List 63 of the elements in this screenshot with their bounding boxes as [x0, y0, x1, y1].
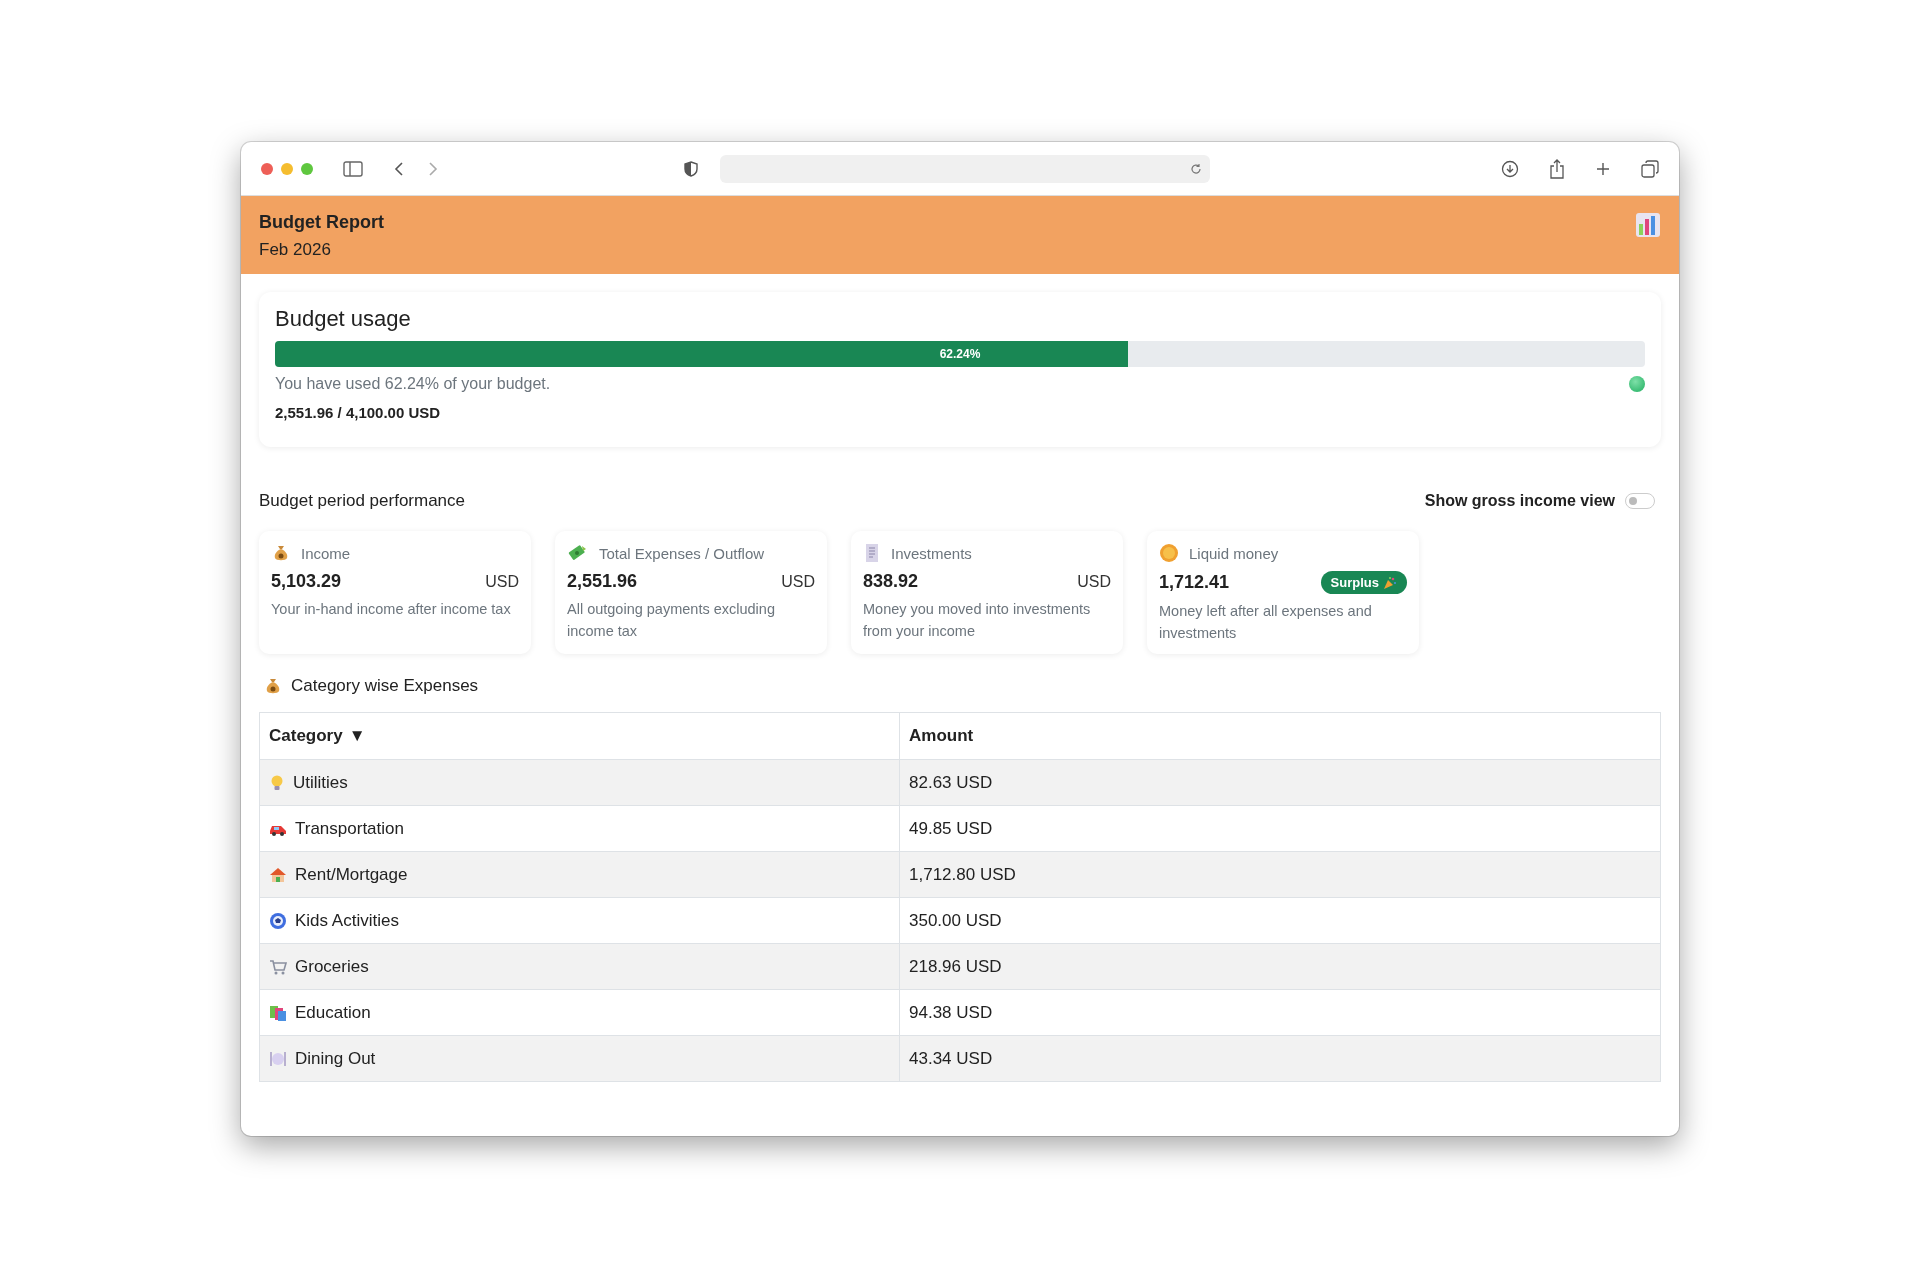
- report-title: Budget Report: [259, 212, 384, 233]
- download-icon[interactable]: [1501, 159, 1519, 178]
- toggle-switch[interactable]: [1625, 493, 1655, 509]
- table-cell: 94.38 USD: [899, 989, 1661, 1036]
- metric-value: 5,103.29: [271, 571, 342, 592]
- shopping-cart-icon: [269, 958, 287, 975]
- new-tab-icon[interactable]: [1595, 160, 1611, 177]
- status-dot-icon: [1629, 376, 1645, 392]
- toggle-label: Show gross income view: [1424, 492, 1615, 510]
- currency-label: USD: [485, 572, 519, 591]
- category-name: Education: [295, 1002, 371, 1023]
- progress-label: 62.24%: [939, 347, 981, 361]
- metric-label: Investments: [891, 544, 972, 562]
- table-cell: 43.34 USD: [899, 1035, 1661, 1082]
- back-icon[interactable]: [393, 160, 405, 177]
- receipt-icon: [863, 543, 881, 563]
- metric-description: Money left after all expenses and investments: [1159, 602, 1373, 643]
- category-name: Transportation: [295, 818, 404, 839]
- light-bulb-icon: [269, 773, 285, 792]
- table-cell: 82.63 USD: [899, 759, 1661, 806]
- card-title: Budget usage: [275, 306, 412, 332]
- metric-label: Total Expenses / Outflow: [599, 544, 765, 562]
- zoom-button[interactable]: [301, 162, 313, 175]
- category-name: Kids Activities: [295, 910, 399, 931]
- column-header[interactable]: Category ▼: [259, 712, 900, 760]
- category-name: Dining Out: [295, 1048, 376, 1069]
- metric-label: Income: [301, 544, 351, 562]
- metric-value: 838.92: [863, 571, 919, 592]
- coin-icon: [1159, 543, 1179, 563]
- house-icon: [269, 865, 287, 884]
- section-title: Category wise Expenses: [291, 676, 479, 696]
- metric-description: All outgoing payments excluding income tax: [567, 600, 776, 641]
- category-name: Groceries: [295, 956, 369, 977]
- books-icon: [269, 1003, 287, 1022]
- currency-label: USD: [781, 572, 815, 591]
- column-header[interactable]: Amount: [899, 712, 1661, 760]
- table-cell: 49.85 USD: [899, 805, 1661, 852]
- close-button[interactable]: [261, 162, 273, 175]
- shield-icon[interactable]: [684, 160, 699, 177]
- section-title: Budget period performance: [259, 491, 466, 511]
- category-name: Utilities: [293, 772, 348, 793]
- table-cell: 350.00 USD: [899, 897, 1661, 944]
- table-cell: 1,712.80 USD: [899, 851, 1661, 898]
- sidebar-icon[interactable]: [343, 160, 363, 177]
- metric-label: Liquid money: [1189, 544, 1279, 562]
- forward-icon[interactable]: [427, 160, 439, 177]
- category-name: Rent/Mortgage: [295, 864, 408, 885]
- reload-icon[interactable]: [1190, 162, 1203, 175]
- status-badge: Surplus: [1320, 571, 1407, 594]
- metric-description: Money you moved into investments from your income: [863, 600, 1092, 641]
- currency-label: USD: [1077, 572, 1111, 591]
- report-period: Feb 2026: [259, 240, 332, 260]
- share-icon[interactable]: [1549, 158, 1565, 179]
- bar-chart-icon: [1635, 212, 1661, 238]
- usage-message: You have used 62.24% of your budget.: [275, 375, 551, 393]
- metric-description: Your in-hand income after income tax: [271, 600, 512, 619]
- plate-icon: [269, 1050, 287, 1067]
- metric-value: 1,712.41: [1159, 572, 1230, 593]
- table-cell: 218.96 USD: [899, 943, 1661, 990]
- metric-value: 2,551.96: [567, 571, 638, 592]
- party-popper-icon: [1383, 575, 1397, 590]
- tabs-overview-icon[interactable]: [1641, 159, 1659, 178]
- usage-totals: 2,551.96 / 4,100.00 USD: [275, 404, 442, 421]
